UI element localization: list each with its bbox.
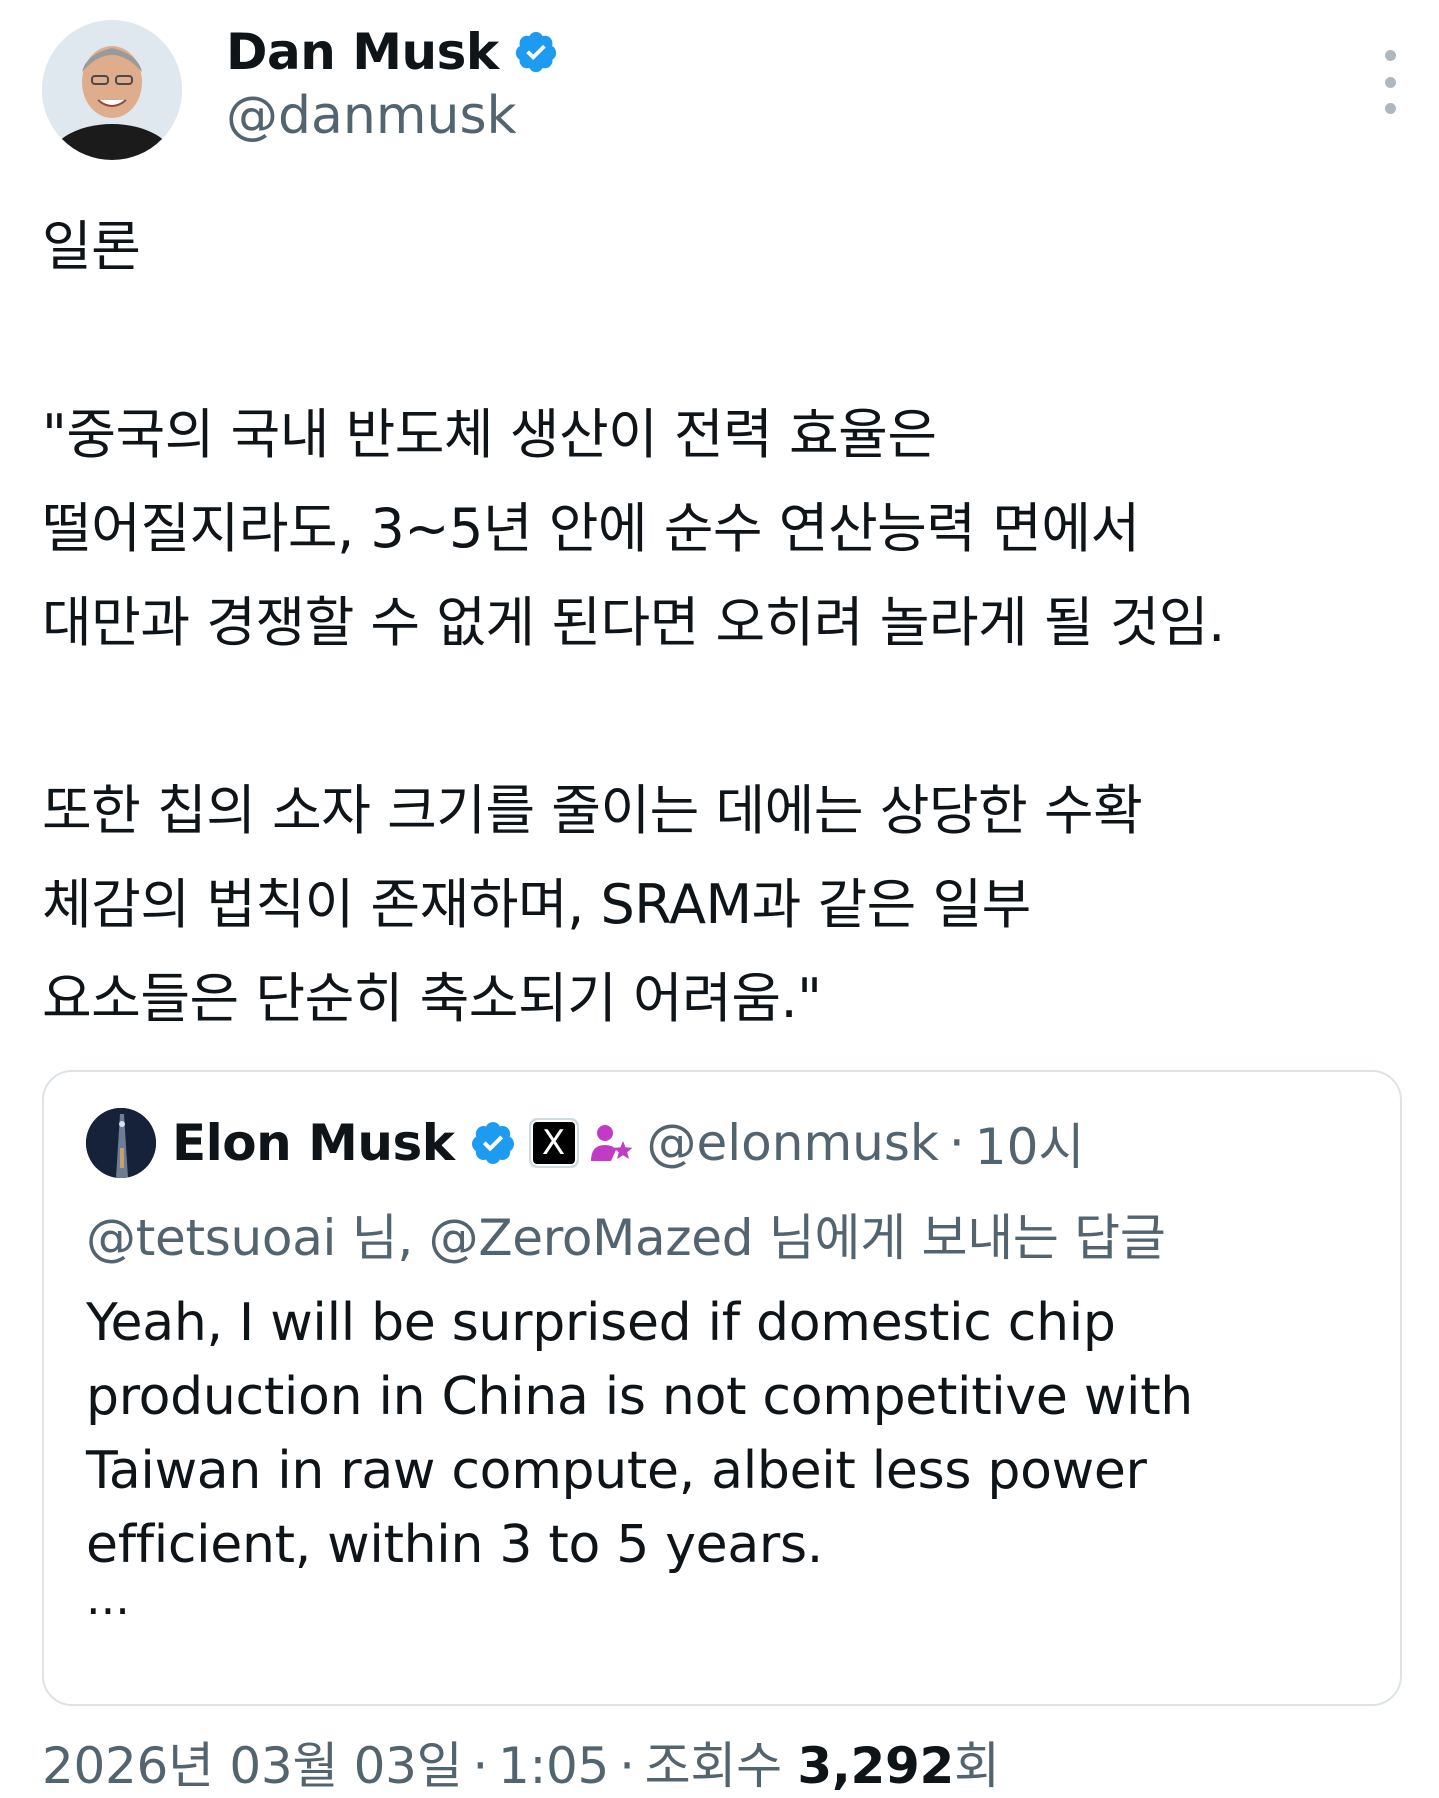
views-suffix: 회 xyxy=(954,1737,1000,1795)
verified-badge-icon xyxy=(515,31,556,73)
separator-dot: · xyxy=(619,1737,635,1795)
tweet-date[interactable]: 2026년 03월 03일 xyxy=(42,1737,463,1795)
quoted-tweet-card[interactable]: Elon Musk X @elonmusk · 10시 @tetsuoai 님,… xyxy=(42,1070,1402,1706)
tweet-header: Dan Musk @danmusk xyxy=(42,20,1402,162)
quoted-tweet-header: Elon Musk X @elonmusk · 10시 xyxy=(86,1106,1084,1180)
quoted-author-avatar[interactable] xyxy=(86,1108,156,1178)
quoted-display-name[interactable]: Elon Musk xyxy=(172,1114,455,1172)
author-avatar[interactable] xyxy=(42,20,182,160)
more-options-icon[interactable] xyxy=(1378,50,1402,114)
quoted-truncation-ellipsis: ... xyxy=(86,1571,130,1625)
quoted-handle[interactable]: @elonmusk xyxy=(647,1114,939,1172)
tweet-text: 일론 "중국의 국내 반도체 생산이 전력 효율은 떨어질지라도, 3~5년 안… xyxy=(42,200,1412,1046)
author-display-name[interactable]: Dan Musk xyxy=(226,23,499,81)
tweet-meta: 2026년 03월 03일 · 1:05 · 조회수 3,292회 xyxy=(42,1726,1000,1798)
tweet-paragraph: 일론 xyxy=(42,215,141,278)
person-star-icon xyxy=(590,1125,632,1161)
verified-badge-icon xyxy=(471,1122,514,1164)
reply-context[interactable]: @tetsuoai 님, @ZeroMazed 님에게 보내는 답글 xyxy=(86,1198,1166,1270)
separator-dot: · xyxy=(472,1737,488,1795)
quoted-timestamp[interactable]: 10시 xyxy=(975,1107,1085,1179)
x-logo-icon[interactable]: X xyxy=(530,1120,577,1166)
author-handle[interactable]: @danmusk xyxy=(226,86,559,146)
tweet-time[interactable]: 1:05 xyxy=(498,1737,609,1795)
quoted-tweet-text: Yeah, I will be surprised if domestic ch… xyxy=(86,1293,1193,1575)
tweet-paragraph: "중국의 국내 반도체 생산이 전력 효율은 떨어질지라도, 3~5년 안에 순… xyxy=(42,403,1225,654)
separator-dot: · xyxy=(948,1114,965,1172)
tweet-paragraph: 또한 칩의 소자 크기를 줄이는 데에는 상당한 수확 체감의 법칙이 존재하며… xyxy=(42,779,1143,1030)
views-count[interactable]: 3,292 xyxy=(797,1737,954,1795)
views-label: 조회수 xyxy=(644,1737,782,1795)
